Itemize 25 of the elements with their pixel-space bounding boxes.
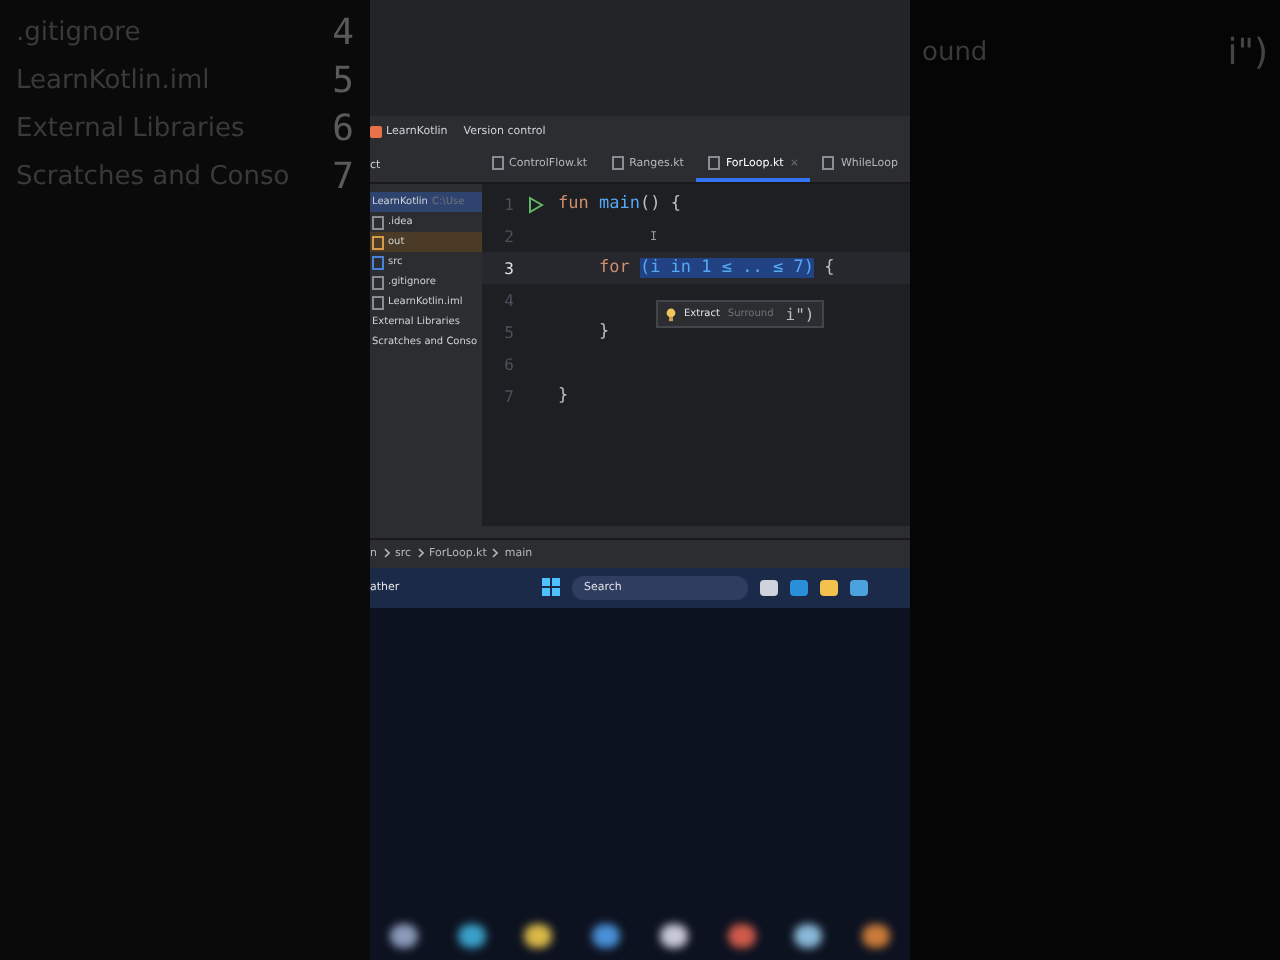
- windows-icon[interactable]: [542, 578, 560, 596]
- code-line: }: [558, 386, 569, 406]
- blurred-dock-icon: [524, 924, 553, 948]
- blurred-dock-icon: [862, 924, 891, 948]
- chevron-icon: [383, 548, 389, 558]
- blurred-dock-icon: [659, 924, 688, 948]
- blurred-line-number: 4: [332, 11, 354, 53]
- blurred-dock-icon: [389, 924, 418, 948]
- code-line: fun main() {: [558, 194, 681, 214]
- line-number: 3: [502, 259, 514, 277]
- code-line: }: [596, 322, 610, 342]
- blurred-line-number: 6: [332, 107, 354, 149]
- code-line: for (i in 1 ≤ .. ≤ 7) {: [596, 258, 835, 278]
- blurred-line-number: 5: [332, 59, 354, 101]
- blurred-dock-icon: [794, 924, 823, 948]
- code-text: i"): [785, 305, 815, 323]
- blurred-line-number: 7: [332, 155, 354, 197]
- blurred-dock-icon: [727, 924, 756, 948]
- chevron-icon: [417, 548, 424, 558]
- blurred-dock-icon: [592, 924, 621, 948]
- blurred-code-text: i"): [1227, 31, 1268, 73]
- chevron-icon: [492, 548, 499, 558]
- bulb-icon: [666, 307, 676, 321]
- run-icon[interactable]: [528, 195, 544, 213]
- blurred-dock-icon: [457, 924, 486, 948]
